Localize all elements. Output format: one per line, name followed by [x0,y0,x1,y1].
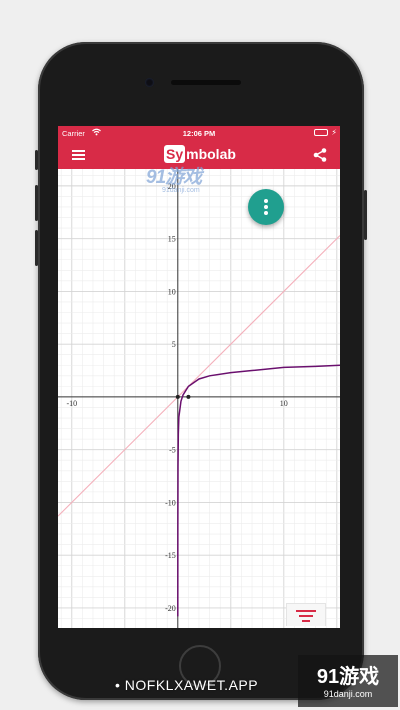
y-tick-label: -5 [169,446,176,455]
brand-main: 91游戏 [316,666,380,688]
silent-switch [35,150,38,170]
battery-icon [314,129,328,136]
logo-wordmark: mbolab [186,146,236,162]
x-tick-label: 10 [280,399,288,408]
y-tick-label: -15 [165,551,176,560]
status-time: 12:06 PM [182,129,216,138]
power-button [364,190,367,240]
watermark-main: 91游戏 [146,167,202,188]
filter-list-icon[interactable] [286,603,326,626]
brand-badge: 91游戏 91danji.com [298,655,398,707]
x-tick-label: -10 [66,399,77,408]
volume-down-button [35,230,38,266]
more-options-fab[interactable] [248,189,284,225]
status-bar: Carrier 12:06 PM ⚡ [58,126,340,140]
y-tick-label: -20 [165,604,176,613]
store-caption: • NOFKLXAWET.APP [115,677,259,693]
y-tick-label: 10 [168,287,176,296]
app-screen: Carrier 12:06 PM ⚡ Sy mbolab -10 10 20 1… [58,126,340,628]
y-tick-label: 5 [172,340,176,349]
hamburger-menu-icon[interactable] [72,150,85,160]
site-watermark: 91游戏 91danji.com [146,162,202,194]
y-tick-label: -10 [165,498,176,507]
function-graph[interactable]: -10 102015105-5-10-15-20 [58,169,340,628]
phone-frame: Carrier 12:06 PM ⚡ Sy mbolab -10 10 20 1… [35,42,367,700]
charging-bolt-icon: ⚡ [331,128,337,137]
y-tick-label: 15 [168,235,176,244]
front-camera [145,78,154,87]
brand-sub: 91danji.com [323,689,373,699]
logo-badge: Sy [164,145,186,163]
volume-up-button [35,185,38,221]
watermark-sub: 91danji.com [162,187,200,194]
earpiece-speaker [171,80,241,85]
highlight-point [175,394,180,399]
highlight-point [186,394,191,399]
share-icon[interactable] [312,147,328,163]
